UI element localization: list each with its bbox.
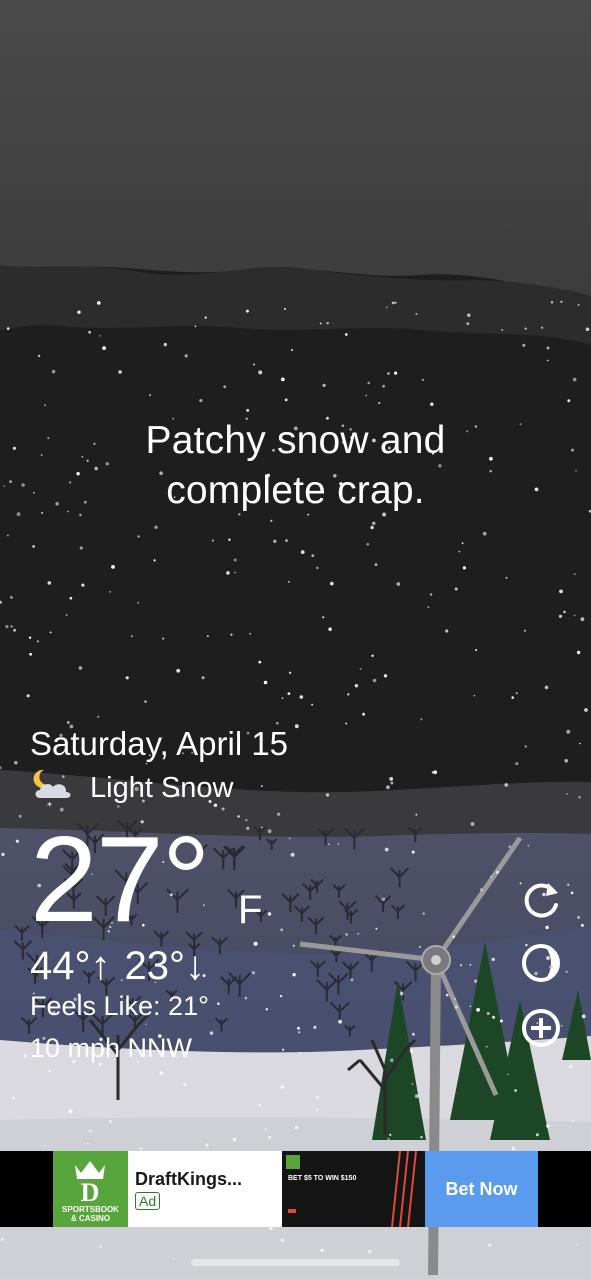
low-temperature: 23°↓ xyxy=(124,944,206,988)
bet-now-button[interactable]: Bet Now xyxy=(425,1151,538,1227)
headline-line-2: complete crap. xyxy=(166,469,425,512)
weather-scene-background xyxy=(0,0,591,1279)
condition-row: * Light Snow xyxy=(30,766,234,810)
feels-like: Feels Like: 21° xyxy=(30,991,209,1021)
moon-phase-icon xyxy=(522,944,560,982)
logo-caption: SPORTSBOOK & CASINO xyxy=(53,1205,128,1223)
headline-line-1: Patchy snow and xyxy=(145,419,446,462)
temperature-block: 27° F xyxy=(30,811,262,947)
logo-caption-line-1: SPORTSBOOK xyxy=(62,1205,119,1214)
ad-title: DraftKings... xyxy=(135,1169,243,1189)
forecast-date: Saturday, April 15 xyxy=(30,725,289,762)
ad-image-graphic xyxy=(282,1151,425,1227)
temperature-unit[interactable]: F xyxy=(238,888,262,932)
svg-text:D: D xyxy=(81,1178,100,1205)
moon-phase-button[interactable] xyxy=(518,940,564,986)
current-temperature: 27° xyxy=(30,811,210,947)
ad-banner[interactable]: D SPORTSBOOK & CASINO DraftKings... Ad B… xyxy=(0,1151,591,1227)
add-location-button[interactable] xyxy=(518,1005,564,1051)
home-indicator[interactable] xyxy=(191,1259,400,1266)
add-location-icon xyxy=(522,1009,560,1047)
ad-image[interactable]: BET $5 TO WIN $150 xyxy=(282,1151,425,1227)
condition-label: Light Snow xyxy=(90,772,234,804)
wind-speed: 10 mph NNW xyxy=(30,1033,193,1063)
refresh-icon xyxy=(524,883,558,918)
svg-text:*: * xyxy=(47,801,52,810)
refresh-button[interactable] xyxy=(518,877,564,923)
ad-text-block[interactable]: DraftKings... Ad xyxy=(128,1151,282,1227)
draftkings-logo[interactable]: D SPORTSBOOK & CASINO xyxy=(53,1151,128,1227)
weather-headline: Patchy snow and complete crap. xyxy=(0,416,591,516)
logo-caption-line-2: & CASINO xyxy=(70,1214,111,1223)
high-low-row: 44°↑ 23°↓ xyxy=(30,944,205,988)
moon-cloud-snow-icon: * xyxy=(33,769,71,810)
ad-badge: Ad xyxy=(135,1192,161,1210)
crown-logo-icon: D xyxy=(75,1161,105,1207)
ad-promo-text: BET $5 TO WIN $150 xyxy=(288,1175,357,1182)
high-temperature: 44°↑ xyxy=(30,944,111,988)
